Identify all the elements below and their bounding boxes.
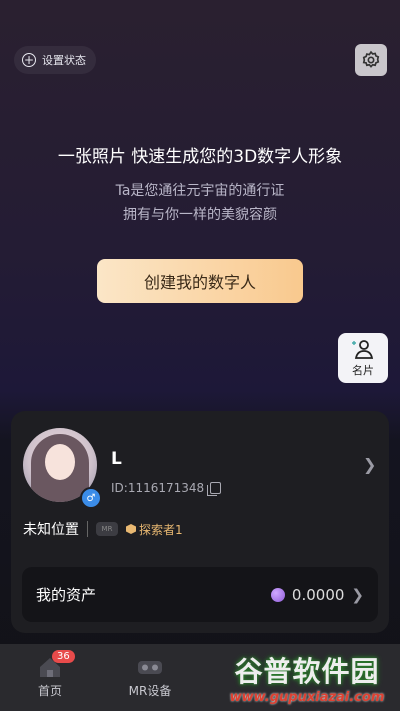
plus-icon: + (22, 53, 36, 67)
settings-button[interactable] (355, 44, 387, 76)
username: L (111, 449, 122, 469)
hero-headline: 一张照片 快速生成您的3D数字人形象 (57, 147, 343, 167)
tab-mr-label: MR设备 (128, 684, 172, 698)
assets-label: 我的资产 (36, 586, 97, 604)
assets-value: 0.0000 (291, 585, 345, 604)
tab-mr-device[interactable]: MR设备 (100, 644, 200, 711)
hexagon-icon (126, 524, 136, 534)
male-icon: ♂ (80, 487, 102, 509)
gear-icon (362, 50, 380, 68)
watermark-title: 谷普软件园 (234, 654, 380, 688)
create-digital-human-button[interactable]: 创建我的数字人 (97, 259, 303, 303)
chevron-right-icon[interactable]: ❯ (363, 455, 376, 474)
set-status-label: 设置状态 (42, 54, 86, 67)
coin-icon (270, 587, 285, 602)
watermark: 谷普软件园 www.gupuxiazai.com (214, 648, 400, 706)
hero-subline-2: 拥有与你一样的美貌容颜 (123, 207, 277, 223)
tab-home[interactable]: 36 首页 (0, 644, 100, 711)
tab-home-label: 首页 (37, 684, 62, 698)
business-card-label: 名片 (352, 364, 374, 377)
person-card-icon (352, 340, 374, 359)
business-card-button[interactable]: 名片 (338, 333, 388, 383)
mr-badge: MR (96, 522, 118, 536)
location-text: 未知位置 (23, 522, 79, 538)
home-badge: 36 (52, 650, 75, 663)
user-id: ID:1116171348 (111, 481, 205, 495)
assets-value-group: 0.0000 ❯ (270, 585, 364, 604)
divider (87, 521, 88, 537)
profile-card: ♂ L ID:1116171348 ❯ 未知位置 MR 探索者1 我的资产 0.… (11, 411, 389, 633)
set-status-button[interactable]: + 设置状态 (14, 46, 96, 74)
vr-headset-icon (138, 661, 162, 674)
chevron-right-icon: ❯ (351, 585, 364, 604)
assets-row[interactable]: 我的资产 0.0000 ❯ (22, 567, 378, 622)
watermark-url: www.gupuxiazai.com (229, 689, 385, 705)
hero-subline-1: Ta是您通往元宇宙的通行证 (115, 183, 285, 199)
location-row: 未知位置 MR 探索者1 (23, 519, 183, 539)
copy-icon[interactable] (207, 482, 222, 496)
explorer-level: 探索者1 (139, 522, 183, 537)
explorer-badge: 探索者1 (126, 521, 183, 538)
user-id-row: ID:1116171348 (111, 481, 222, 496)
